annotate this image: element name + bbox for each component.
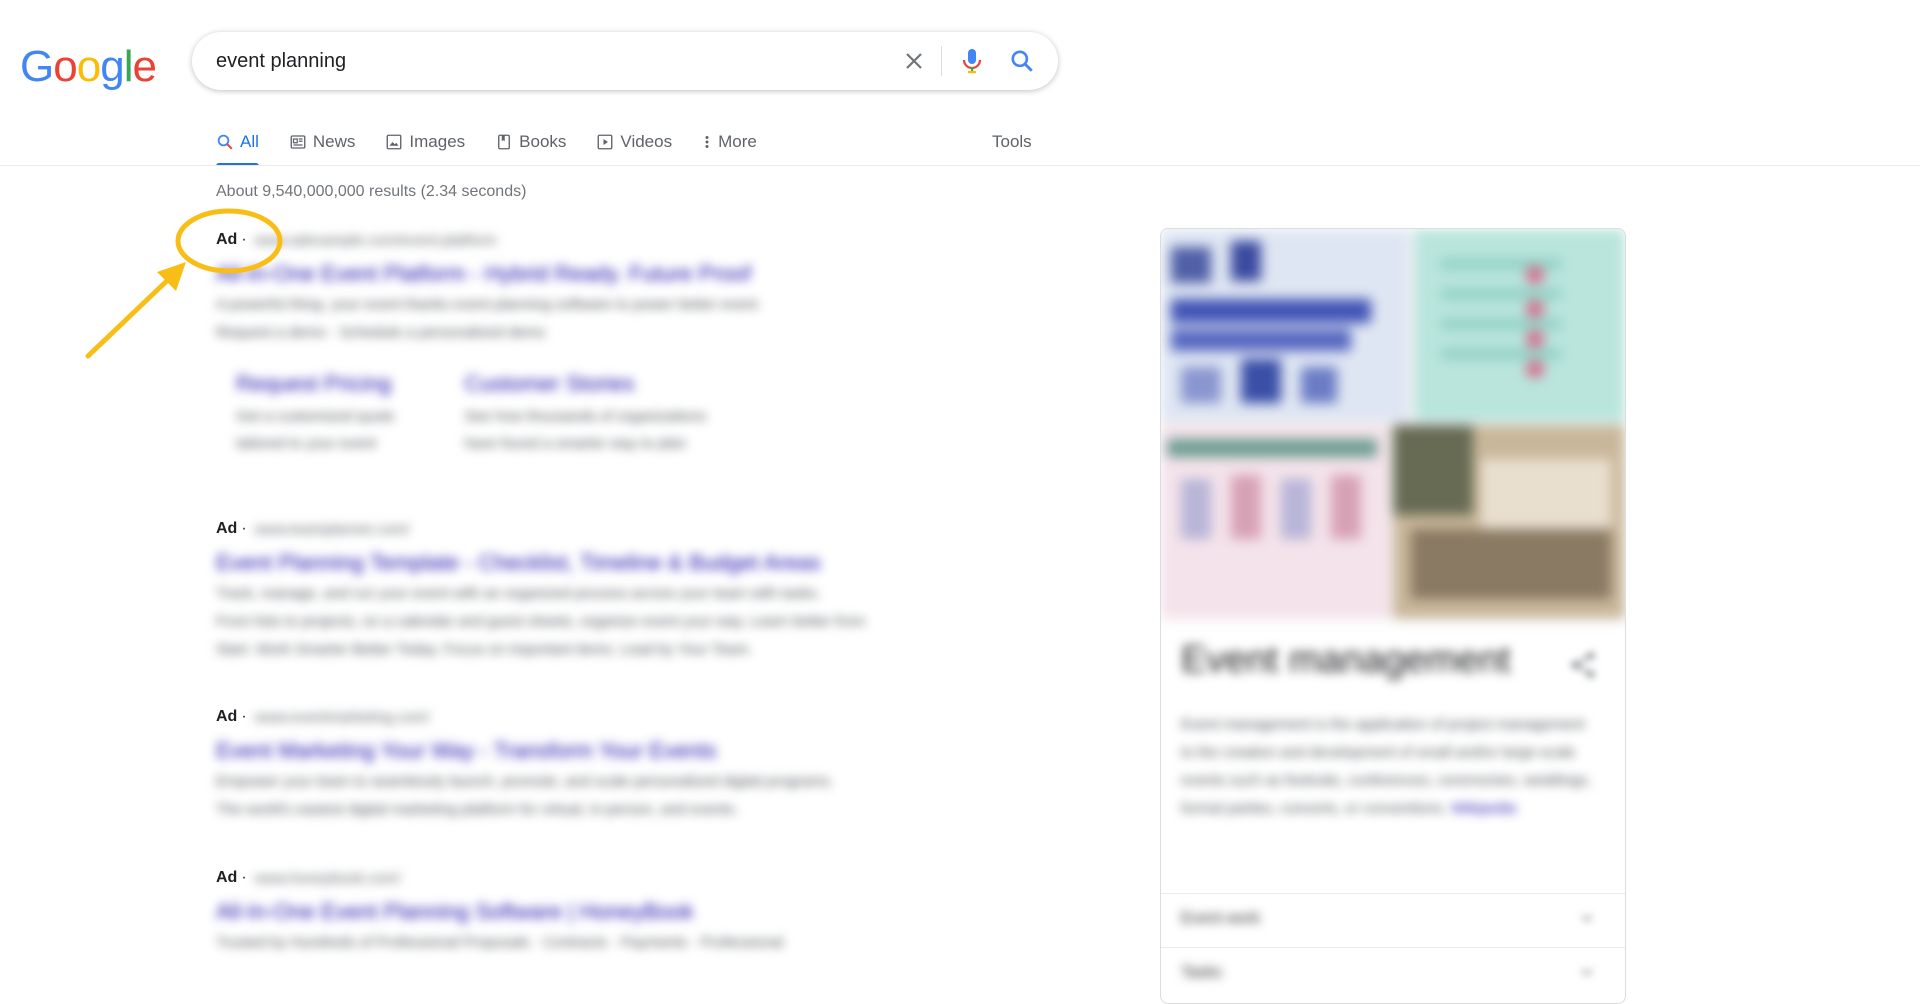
search-tabs: All News Images Books Videos More: [216, 118, 787, 166]
logo-letter: g: [100, 42, 125, 91]
sitelink-description: See how thousands of organizations have …: [464, 408, 707, 452]
search-divider: [941, 46, 942, 76]
ad-separator: ·: [241, 869, 247, 886]
knowledge-panel-row[interactable]: Tasks: [1161, 947, 1625, 1002]
ad-result-4: Ad · www.honeybook.com/ All-In-One Event…: [216, 867, 783, 957]
tab-label: Images: [409, 132, 466, 151]
tab-videos[interactable]: Videos: [596, 118, 672, 166]
search-button[interactable]: [1002, 41, 1042, 81]
tab-images[interactable]: Images: [385, 118, 465, 166]
ad-label: Ad: [216, 520, 238, 537]
tools-button[interactable]: Tools: [992, 118, 1032, 166]
clear-search-button[interactable]: [894, 41, 934, 81]
ad-description: Empower your team to seamlessly launch, …: [216, 773, 834, 818]
ad-url[interactable]: www.eventmarketing.com/: [255, 709, 430, 726]
knowledge-panel-share-button[interactable]: [1567, 649, 1599, 681]
ad-description: Track, manage, and run your event with a…: [216, 585, 866, 658]
share-icon: [1571, 652, 1595, 678]
result-stats: About 9,540,000,000 results (2.34 second…: [216, 183, 527, 200]
logo-letter: G: [20, 42, 54, 91]
ad-url[interactable]: www.adexample.com/event-platform: [255, 232, 497, 249]
ad-separator: ·: [241, 231, 247, 248]
ad-sitelinks: Request Pricing Get a customized quote t…: [236, 371, 761, 457]
google-logo[interactable]: Google: [20, 42, 157, 92]
logo-letter: e: [132, 42, 157, 91]
knowledge-panel-description: Event management is the application of p…: [1181, 716, 1592, 817]
microphone-icon: [962, 49, 982, 74]
ad-title[interactable]: Event Planning Template - Checklist, Tim…: [216, 550, 865, 576]
knowledge-panel-row-label: Tasks: [1181, 964, 1222, 981]
tab-all[interactable]: All: [216, 118, 259, 166]
knowledge-panel-title: Event management: [1181, 639, 1511, 681]
chevron-down-icon: [1581, 968, 1593, 976]
knowledge-panel-row-label: Event work: [1181, 910, 1261, 927]
ad-url[interactable]: www.honeybook.com/: [255, 870, 401, 887]
knowledge-panel-images[interactable]: [1161, 229, 1625, 619]
sitelink-description: Get a customized quote tailored to your …: [236, 408, 395, 452]
ad-description: Trusted by Hundreds of Professional Prop…: [216, 934, 784, 951]
ad-title[interactable]: All-In-One Event Platform - Hybrid Ready…: [216, 261, 761, 287]
pointer-arrow-head: [157, 262, 186, 291]
ad-label: Ad: [216, 231, 238, 248]
wikipedia-link[interactable]: Wikipedia: [1451, 800, 1516, 817]
tab-label: News: [312, 132, 356, 151]
close-icon: [906, 53, 922, 69]
search-input[interactable]: [216, 32, 856, 90]
tab-books[interactable]: Books: [495, 118, 566, 166]
logo-letter: l: [123, 42, 134, 91]
sitelink-title[interactable]: Customer Stories: [464, 371, 706, 397]
ad-url[interactable]: www.teamplanner.com/: [255, 521, 410, 538]
ad-result-1: Ad · www.adexample.com/event-platform Al…: [216, 229, 761, 457]
logo-letter: o: [53, 42, 78, 91]
tab-label: Books: [519, 132, 567, 151]
video-icon: [596, 133, 614, 151]
logo-letter: o: [76, 42, 102, 91]
search-icon: [1011, 50, 1033, 72]
tab-label: More: [718, 132, 757, 151]
search-icon: [216, 133, 234, 151]
ad-result-3: Ad · www.eventmarketing.com/ Event Marke…: [216, 706, 834, 824]
tab-news[interactable]: News: [289, 118, 356, 166]
ad-title[interactable]: Event Marketing Your Way - Transform You…: [216, 738, 834, 764]
tab-label: All: [240, 132, 259, 151]
tabs-divider: [0, 165, 1920, 166]
search-box: [192, 32, 1058, 90]
ad-result-2: Ad · www.teamplanner.com/ Event Planning…: [216, 518, 865, 664]
sitelink: Customer Stories See how thousands of or…: [464, 371, 706, 457]
sitelink-title[interactable]: Request Pricing: [236, 371, 394, 397]
tab-more[interactable]: More: [702, 118, 757, 166]
image-icon: [385, 133, 403, 151]
news-icon: [289, 133, 307, 151]
ad-separator: ·: [241, 520, 247, 537]
ad-description: A powerful thing. your event thanks even…: [216, 296, 762, 341]
knowledge-panel-row[interactable]: Event work: [1161, 893, 1625, 948]
pointer-arrow-shaft: [85, 273, 175, 359]
ad-label: Ad: [216, 708, 238, 725]
ad-label: Ad: [216, 869, 238, 886]
more-vert-icon: [702, 133, 712, 151]
sitelink: Request Pricing Get a customized quote t…: [236, 371, 394, 457]
voice-search-button[interactable]: [952, 41, 992, 81]
chevron-down-icon: [1581, 914, 1593, 922]
ad-separator: ·: [241, 708, 247, 725]
ad-title[interactable]: All-In-One Event Planning Software | Hon…: [216, 899, 783, 925]
tab-label: Videos: [620, 132, 673, 151]
knowledge-panel: Event management Event management is the…: [1160, 228, 1626, 1004]
book-icon: [495, 133, 513, 151]
